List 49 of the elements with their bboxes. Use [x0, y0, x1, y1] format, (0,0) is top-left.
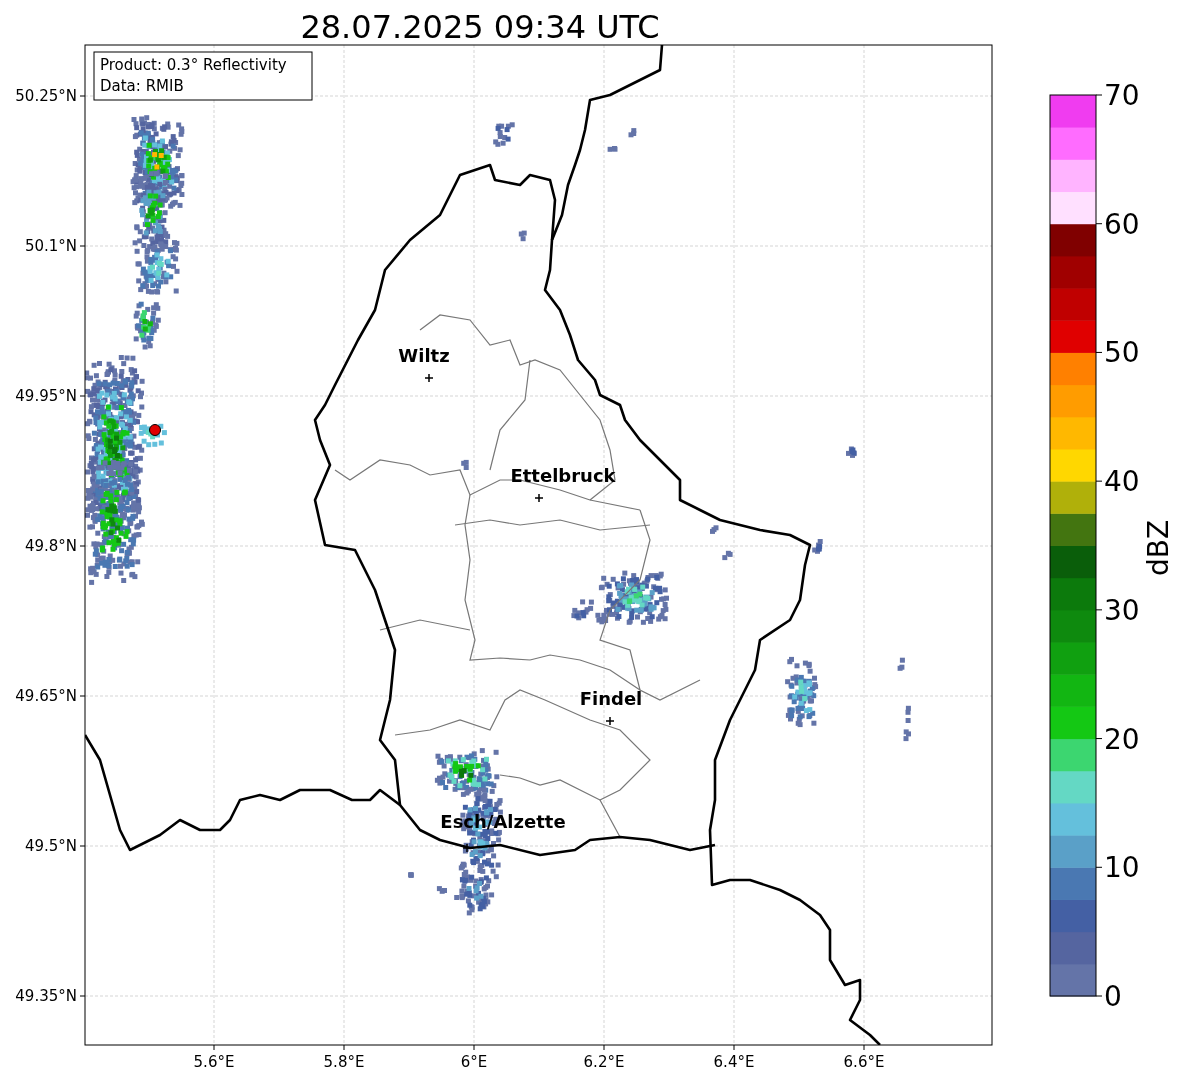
info-text: Product: 0.3° Reflectivity	[100, 56, 287, 74]
radar-echo	[903, 729, 911, 742]
city-label: Ettelbruck	[510, 465, 616, 486]
city-marker-icon	[605, 716, 615, 726]
city-marker-icon	[462, 843, 472, 853]
longitude-label: 6.6°E	[843, 1053, 885, 1071]
city-label: Findel	[579, 688, 643, 709]
latitude-label: 49.5°N	[24, 837, 77, 855]
radar-echo	[436, 886, 447, 894]
info-text: Data: RMIB	[100, 77, 184, 95]
colorbar-tick-label: 50	[1104, 336, 1140, 370]
radar-echo	[461, 459, 469, 470]
latitude-label: 49.95°N	[15, 387, 77, 405]
longitude-label: 6°E	[460, 1053, 488, 1071]
radar-echo	[628, 128, 637, 138]
colorbar-tick-label: 0	[1104, 980, 1122, 1013]
radar-echo	[785, 656, 819, 728]
radar-echo	[905, 705, 911, 723]
longitude-label: 5.8°E	[323, 1053, 365, 1071]
latitude-label: 50.25°N	[15, 87, 77, 105]
colorbar-tick-label: 30	[1104, 593, 1140, 627]
radar-echo	[722, 550, 733, 561]
radar-site-marker	[149, 424, 161, 436]
city-marker-icon	[424, 373, 434, 383]
chart-title: 28.07.2025 09:34 UTC	[300, 8, 660, 46]
radar-echo	[846, 446, 857, 458]
colorbar-label: dBZ	[1142, 519, 1175, 577]
radar-echo	[518, 230, 527, 242]
city-label: Wiltz	[398, 345, 450, 366]
longitude-label: 5.6°E	[193, 1053, 235, 1071]
longitude-label: 6.4°E	[713, 1053, 755, 1071]
radar-echo	[408, 872, 414, 878]
latitude-label: 49.65°N	[15, 687, 77, 705]
latitude-label: 50.1°N	[24, 237, 77, 255]
colorbar-tick-label: 10	[1104, 851, 1140, 885]
latitude-label: 49.35°N	[15, 987, 77, 1005]
city-marker-icon	[534, 493, 544, 503]
radar-echo	[607, 146, 618, 152]
latitude-label: 49.8°N	[24, 537, 77, 555]
radar-echo	[897, 657, 905, 671]
colorbar-tick-label: 60	[1104, 207, 1140, 241]
radar-echo	[812, 539, 823, 554]
radar-echo	[493, 122, 515, 147]
longitude-label: 6.2°E	[583, 1053, 625, 1071]
radar-echo	[133, 301, 161, 350]
colorbar-tick-label: 40	[1104, 465, 1140, 499]
colorbar-tick-label: 20	[1104, 722, 1140, 756]
radar-echo	[710, 525, 719, 534]
colorbar-tick-label: 70	[1104, 79, 1140, 112]
